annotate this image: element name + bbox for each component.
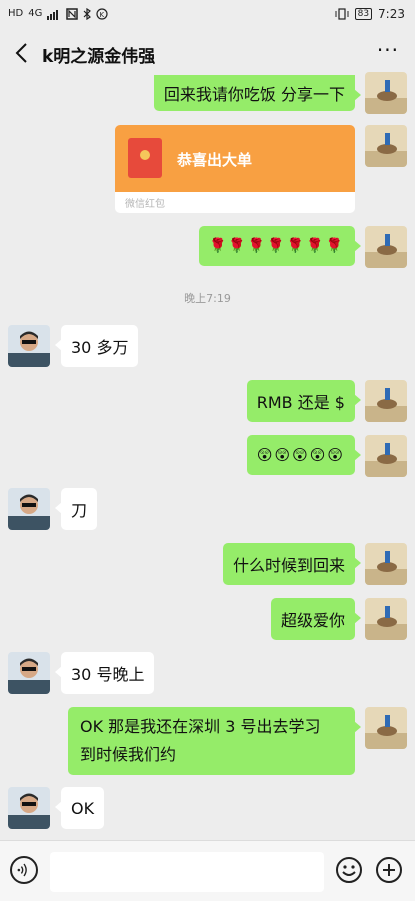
my-avatar[interactable] [365,598,407,640]
status-icons-right: 83 7:23 [335,7,405,21]
status-icons-left: HD 4G K [8,8,108,20]
my-avatar[interactable] [365,543,407,585]
svg-text:K: K [100,11,105,19]
message-timestamp: 晚上7:19 [184,292,231,305]
message-bubble-sent[interactable]: 😲😲😲😲😲 [246,435,362,475]
hd-icon: HD [8,8,24,19]
voice-input-icon[interactable] [10,856,38,884]
message-bubble-sent[interactable]: RMB 还是 $ [246,380,362,422]
k-icon: K [96,8,108,20]
message-line: 到时候我们约 [80,745,177,764]
message-bubble-sent[interactable]: 回来我请你吃饭 分享一下 [153,75,362,111]
my-avatar[interactable] [365,226,407,268]
contact-avatar[interactable] [8,787,50,829]
more-options-icon[interactable]: ··· [377,38,399,62]
message-bubble-received[interactable]: 刀 [54,488,98,530]
message-bubble-received[interactable]: OK [54,787,105,829]
network-4g-icon: 4G [28,8,43,19]
my-avatar[interactable] [365,380,407,422]
contact-avatar[interactable] [8,652,50,694]
message-bubble-sent[interactable]: 超级爱你 [270,598,362,640]
my-avatar[interactable] [365,72,407,114]
my-avatar[interactable] [365,435,407,477]
message-bubble-received[interactable]: 30 多万 [54,325,139,367]
contact-avatar[interactable] [8,488,50,530]
emoji-icon[interactable] [335,856,363,884]
message-line: OK 那是我还在深圳 3 号出去学习 [80,717,321,736]
message-bubble-sent[interactable]: OK 那是我还在深圳 3 号出去学习 到时候我们约 [68,707,361,775]
message-bubble-sent[interactable]: 🌹🌹🌹🌹🌹🌹🌹 [198,226,362,266]
my-avatar[interactable] [365,707,407,749]
signal-icon [47,10,59,20]
my-avatar[interactable] [365,125,407,167]
message-bubble-sent[interactable]: 什么时候到回来 [222,543,362,585]
battery-icon: 83 [354,8,373,20]
message-input[interactable] [50,852,324,892]
back-arrow-icon[interactable] [12,40,34,66]
chat-header: k明之源金伟强 ··· [0,30,415,76]
vibrate-icon [335,8,349,20]
bluetooth-icon [83,8,92,20]
red-packet-label: 微信红包 [125,199,165,210]
contact-avatar[interactable] [8,325,50,367]
red-packet-message[interactable]: 恭喜出大单 微信红包 [115,125,355,213]
red-envelope-icon [128,138,162,178]
plus-icon[interactable] [375,856,403,884]
input-bar [0,840,415,901]
nfc-icon [66,8,79,20]
message-bubble-received[interactable]: 30 号晚上 [54,652,155,694]
red-packet-body: 恭喜出大单 [115,125,355,192]
red-packet-title: 恭喜出大单 [177,151,253,169]
status-time: 7:23 [378,7,405,21]
chat-title: k明之源金伟强 [42,47,156,67]
status-bar: HD 4G K 83 7:23 [0,0,415,30]
